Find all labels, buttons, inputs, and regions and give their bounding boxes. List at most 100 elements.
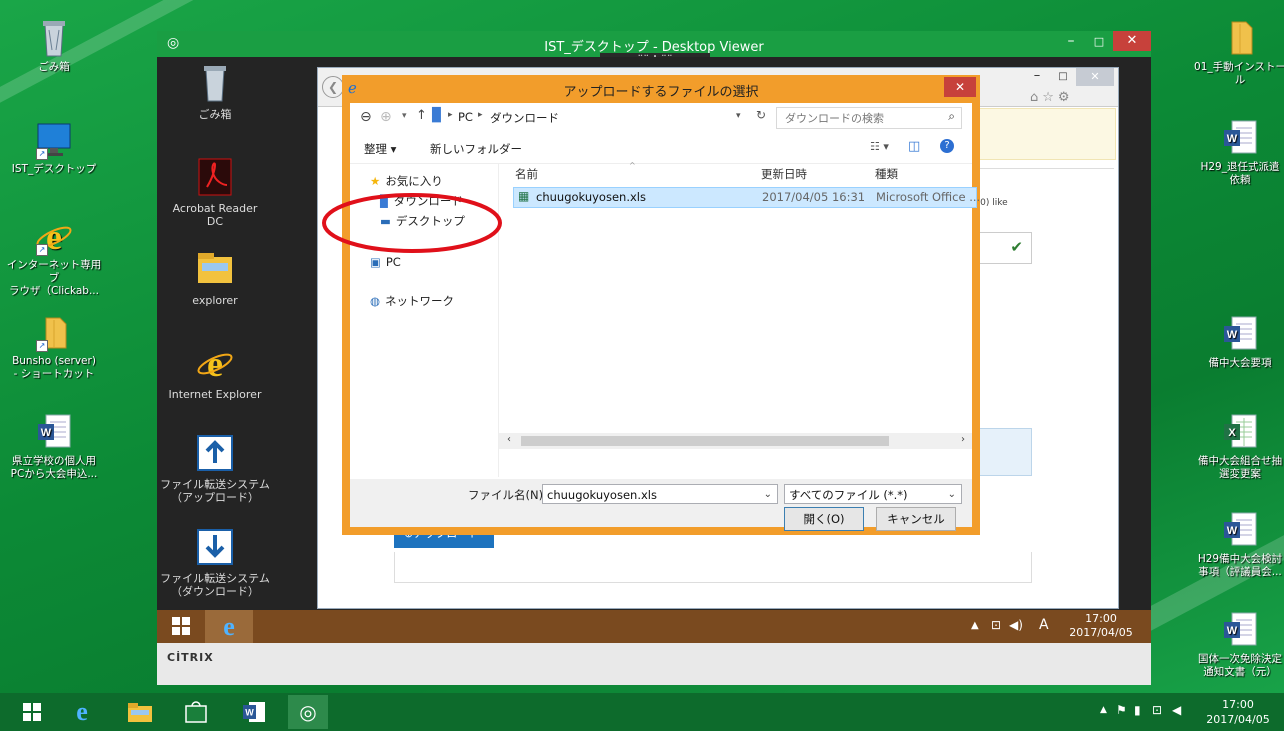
folder-icon: ↗: [34, 312, 74, 352]
clock[interactable]: 17:00 2017/04/05: [1196, 697, 1280, 727]
ime-indicator[interactable]: A: [1039, 617, 1049, 633]
view-options-icon[interactable]: ☷ ▾: [870, 140, 889, 153]
tray-arrow-icon[interactable]: ▲: [971, 620, 979, 631]
clock[interactable]: 17:00 2017/04/05: [1061, 612, 1141, 640]
dialog-footer: ファイル名(N): chuugokuyosen.xls ⌄ すべてのファイル (…: [350, 479, 972, 531]
recent-dropdown-icon[interactable]: ▾: [402, 111, 407, 121]
desktop-icon-excel-doc[interactable]: X 備中大会組合せ抽 選変更案: [1192, 412, 1284, 481]
column-header-date[interactable]: 更新日時: [761, 163, 807, 185]
clock-time: 17:00: [1085, 612, 1117, 625]
desktop-icon-ie-browser[interactable]: e ↗ インターネット専用ブ ラウザ（Clickab...: [6, 216, 102, 298]
dialog-close-button[interactable]: ✕: [944, 77, 976, 97]
close-button[interactable]: ✕: [1076, 68, 1114, 86]
volume-icon[interactable]: ◀: [1172, 703, 1181, 717]
nav-favorites[interactable]: ★ お気に入り: [370, 173, 443, 189]
network-icon[interactable]: ⊡: [1152, 703, 1162, 717]
start-button[interactable]: [171, 616, 191, 636]
up-arrow-icon[interactable]: ↑: [416, 108, 427, 123]
word-doc-icon: W: [1220, 610, 1260, 650]
remote-icon-acrobat[interactable]: Acrobat Reader DC: [145, 157, 285, 228]
excel-file-icon: ▦: [518, 189, 530, 203]
clock-date: 2017/04/05: [1206, 713, 1270, 726]
icon-label: ファイル転送システム （ダウンロード）: [160, 572, 270, 598]
organize-button[interactable]: 整理 ▾: [364, 141, 396, 157]
store-icon[interactable]: [176, 695, 216, 729]
remote-icon-ie[interactable]: e Internet Explorer: [145, 343, 285, 401]
ie-icon: e ↗: [34, 216, 74, 257]
sort-up-icon: ^: [629, 161, 636, 170]
remote-icon-file-upload[interactable]: ファイル転送システム （アップロード）: [145, 433, 285, 504]
maximize-button[interactable]: □: [1050, 68, 1076, 86]
desktop-icon-ist-desktop[interactable]: ↗ IST_デスクトップ: [6, 120, 102, 176]
refresh-icon[interactable]: ↻: [756, 108, 766, 122]
battery-icon[interactable]: ▮: [1134, 703, 1141, 717]
file-type: Microsoft Office ...: [876, 190, 981, 204]
desktop-icon-bunsho[interactable]: ↗ Bunsho (server) - ショートカット: [6, 312, 102, 381]
svg-text:W: W: [1227, 133, 1238, 145]
word-doc-icon: W: [34, 412, 74, 452]
viewer-titlebar[interactable]: ◎ IST_デスクトップ - Desktop Viewer ⠿⠿ ⬇ ⠿⠿ – …: [157, 31, 1151, 65]
column-header-type[interactable]: 種類: [875, 163, 898, 185]
column-header-name[interactable]: 名前: [515, 163, 538, 185]
desktop-icon-word-doc[interactable]: W H29_退任式派遣 依頼: [1192, 118, 1284, 187]
new-folder-button[interactable]: 新しいフォルダー: [430, 141, 522, 157]
clock-time: 17:00: [1222, 698, 1254, 711]
remote-icon-recycle-bin[interactable]: ごみ箱: [145, 63, 285, 121]
desktop-icon-word-doc[interactable]: W 備中大会要項: [1192, 314, 1284, 370]
back-icon[interactable]: ❮: [322, 76, 344, 98]
home-favorites-settings-icons[interactable]: ⌂☆⚙: [1030, 90, 1074, 105]
icon-label: 備中大会組合せ抽 選変更案: [1198, 455, 1282, 480]
scrollbar-thumb[interactable]: [521, 436, 889, 446]
icon-label: H29備中大会検討 事項（評議員会...: [1197, 553, 1283, 578]
close-button[interactable]: ✕: [1113, 31, 1151, 51]
network-icon[interactable]: ⊡: [991, 618, 1001, 632]
breadcrumb-downloads[interactable]: ダウンロード: [490, 110, 559, 126]
ie-taskbar-icon[interactable]: e: [205, 610, 253, 643]
citrix-footer: CİTRIX: [157, 643, 1151, 685]
search-icon: ⌕: [948, 109, 955, 123]
ie-taskbar-icon[interactable]: e: [62, 695, 102, 729]
file-row[interactable]: ▦ chuugokuyosen.xls 2017/04/05 16:31 Mic…: [513, 187, 981, 208]
search-input[interactable]: ダウンロードの検索 ⌕: [776, 107, 962, 129]
remote-desktop: ごみ箱 Acrobat Reader DC explorer e Interne…: [157, 57, 1151, 685]
chevron-down-icon: ⌄: [947, 489, 956, 500]
svg-text:e: e: [46, 217, 62, 256]
volume-icon[interactable]: ◀): [1009, 618, 1023, 632]
cancel-button[interactable]: キャンセル: [876, 507, 956, 531]
remote-icon-explorer[interactable]: explorer: [145, 249, 285, 307]
citrix-receiver-taskbar-icon[interactable]: ◎: [288, 695, 328, 729]
word-taskbar-icon[interactable]: W: [234, 695, 274, 729]
filetype-value: すべてのファイル (*.*): [789, 488, 908, 502]
breadcrumb-separator: ▸: [448, 110, 453, 120]
desktop-icon-word-doc[interactable]: W 国体一次免除決定 通知文書（元）: [1192, 610, 1284, 679]
help-icon[interactable]: ?: [940, 139, 954, 153]
folder-download-icon: ▉: [432, 108, 442, 123]
preview-pane-icon[interactable]: ◫: [908, 139, 920, 154]
minimize-button[interactable]: –: [1024, 68, 1050, 86]
scroll-right-icon[interactable]: ›: [961, 434, 965, 445]
svg-text:W: W: [1227, 329, 1238, 341]
back-icon[interactable]: ⊖: [360, 109, 372, 125]
desktop-icon-word-doc[interactable]: W H29備中大会検討 事項（評議員会...: [1192, 510, 1284, 579]
nav-pc[interactable]: ▣ PC: [370, 255, 401, 269]
nav-network[interactable]: ◍ ネットワーク: [370, 293, 454, 309]
start-button[interactable]: [12, 695, 52, 729]
remote-icon-file-download[interactable]: ファイル転送システム （ダウンロード）: [145, 527, 285, 598]
desktop-icon-word-doc[interactable]: W 県立学校の個人用 PCから大会申込...: [6, 412, 102, 481]
breadcrumb-pc[interactable]: PC: [458, 110, 473, 124]
address-dropdown-icon[interactable]: ▾: [736, 111, 741, 121]
scroll-left-icon[interactable]: ‹: [507, 434, 511, 445]
desktop-icon-recycle-bin[interactable]: ごみ箱: [6, 18, 102, 74]
open-button[interactable]: 開く(O): [784, 507, 864, 531]
filename-input[interactable]: chuugokuyosen.xls ⌄: [542, 484, 778, 504]
file-explorer-icon[interactable]: [120, 695, 160, 729]
forward-icon[interactable]: ⊕: [380, 109, 392, 125]
horizontal-scrollbar[interactable]: ‹ ›: [499, 433, 972, 449]
maximize-button[interactable]: □: [1085, 31, 1113, 53]
desktop-icon-manual-install[interactable]: 01_手動インストール: [1192, 18, 1284, 87]
tray-arrow-icon[interactable]: ▲: [1100, 705, 1107, 715]
icon-label: ごみ箱: [198, 108, 232, 121]
flag-icon[interactable]: ⚑: [1116, 703, 1127, 717]
filetype-select[interactable]: すべてのファイル (*.*) ⌄: [784, 484, 962, 504]
minimize-button[interactable]: –: [1057, 31, 1085, 53]
